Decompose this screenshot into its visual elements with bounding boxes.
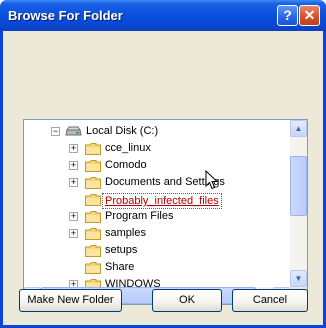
cancel-button[interactable]: Cancel [232, 289, 308, 312]
expand-toggle[interactable]: + [69, 144, 78, 153]
tree-item-label-selected: Probably_infected_files [102, 193, 222, 209]
mouse-cursor-icon [205, 169, 221, 195]
tree-item-comodo[interactable]: + Comodo [24, 157, 290, 174]
tree-item-label: setups [105, 244, 138, 256]
tree-item-probably-infected-files[interactable]: Probably_infected_files [24, 191, 290, 209]
tree-item-setups[interactable]: setups [24, 242, 290, 259]
vertical-scroll-thumb[interactable] [290, 156, 307, 216]
title-bar[interactable]: Browse For Folder ? ✕ [0, 0, 326, 31]
dialog-body: − Local Disk (C:) + cce_linux + Comodo +… [3, 31, 323, 325]
collapse-toggle[interactable]: − [51, 127, 60, 136]
folder-tree[interactable]: − Local Disk (C:) + cce_linux + Comodo +… [23, 119, 308, 305]
tree-item-label: Program Files [105, 210, 174, 222]
browse-for-folder-dialog: Browse For Folder ? ✕ − Local Disk (C:) [0, 0, 326, 328]
tree-item-share[interactable]: Share [24, 259, 290, 276]
ok-button[interactable]: OK [152, 289, 222, 312]
tree-item-label: Comodo [105, 159, 147, 171]
make-new-folder-button[interactable]: Make New Folder [19, 289, 122, 312]
folder-icon [85, 211, 101, 223]
tree-item-program-files[interactable]: + Program Files [24, 208, 290, 225]
close-button[interactable]: ✕ [299, 5, 320, 26]
tree-item-label: cce_linux [105, 142, 151, 154]
vertical-scrollbar[interactable]: ▲ ▼ [290, 120, 307, 287]
folder-icon [85, 245, 101, 257]
folder-icon [85, 194, 101, 206]
expand-toggle[interactable]: + [69, 178, 78, 187]
tree-item-cce-linux[interactable]: + cce_linux [24, 140, 290, 157]
expand-toggle[interactable]: + [69, 280, 78, 287]
tree-item-label: Local Disk (C:) [86, 125, 159, 137]
scroll-up-button[interactable]: ▲ [290, 120, 307, 137]
tree-item-documents-and-settings[interactable]: + Documents and Settings [24, 174, 290, 191]
folder-icon [85, 279, 101, 287]
expand-toggle[interactable]: + [69, 212, 78, 221]
folder-icon [85, 262, 101, 274]
tree-item-windows[interactable]: + WINDOWS [24, 276, 290, 287]
tree-item-local-disk[interactable]: − Local Disk (C:) [24, 123, 290, 140]
tree-item-samples[interactable]: + samples [24, 225, 290, 242]
help-button[interactable]: ? [277, 5, 298, 26]
folder-icon [85, 228, 101, 240]
scroll-down-button[interactable]: ▼ [290, 270, 307, 287]
expand-toggle[interactable]: + [69, 229, 78, 238]
tree-item-label: WINDOWS [105, 278, 161, 287]
tree-item-label: samples [105, 227, 146, 239]
expand-toggle[interactable]: + [69, 161, 78, 170]
window-title: Browse For Folder [8, 8, 123, 23]
tree-item-label: Share [105, 261, 135, 273]
folder-icon [85, 143, 101, 155]
folder-tree-viewport: − Local Disk (C:) + cce_linux + Comodo +… [24, 120, 290, 287]
folder-icon [85, 177, 101, 189]
folder-icon [85, 160, 101, 172]
